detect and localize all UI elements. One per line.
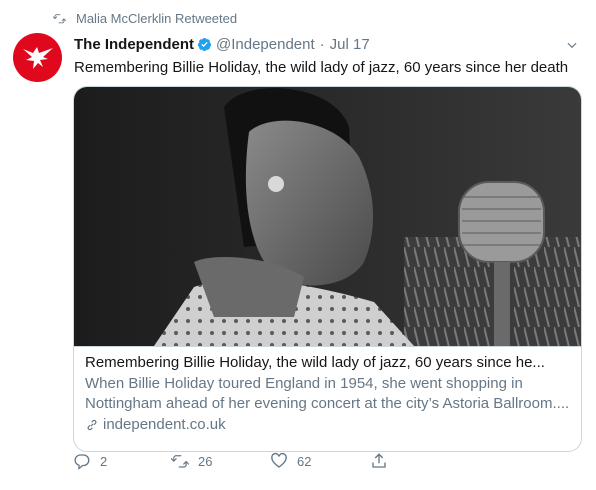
link-icon	[87, 419, 97, 431]
tweet-header: The Independent @Independent · Jul 17	[74, 36, 370, 53]
separator-dot: ·	[319, 36, 325, 53]
share-button[interactable]	[370, 452, 397, 470]
retweet-context: Malia McClerklin Retweeted	[53, 11, 237, 26]
share-icon	[372, 453, 386, 468]
eagle-logo-icon	[22, 46, 53, 69]
retweet-icon	[171, 455, 189, 468]
tweet-text: Remembering Billie Holiday, the wild lad…	[74, 59, 569, 76]
heart-icon	[271, 452, 287, 468]
card-body[interactable]: Remembering Billie Holiday, the wild lad…	[74, 346, 581, 435]
retweet-label[interactable]: Malia McClerklin Retweeted	[76, 11, 237, 26]
card-description-line: When Billie Holiday toured England in 19…	[85, 375, 523, 392]
like-count: 62	[297, 453, 312, 469]
card-description-line: Nottingham ahead of her evening concert …	[85, 395, 570, 412]
avatar[interactable]	[13, 33, 62, 82]
card-domain-label: independent.co.uk	[103, 416, 226, 433]
chevron-down-icon[interactable]	[565, 38, 579, 52]
reply-button[interactable]: 2	[73, 452, 107, 470]
author-name[interactable]: The Independent	[74, 36, 194, 53]
verified-badge-icon	[197, 37, 212, 52]
like-button[interactable]: 62	[270, 452, 311, 470]
retweet-button[interactable]: 26	[171, 452, 212, 470]
card-description: When Billie Holiday toured England in 19…	[85, 374, 571, 414]
retweet-count: 26	[198, 453, 213, 469]
reply-icon	[74, 454, 90, 470]
retweet-icon	[53, 14, 66, 24]
card-domain: independent.co.uk	[85, 415, 571, 435]
card-image[interactable]	[74, 87, 582, 346]
reply-count: 2	[100, 453, 108, 469]
link-card[interactable]: Remembering Billie Holiday, the wild lad…	[73, 86, 582, 452]
author-handle[interactable]: @Independent	[216, 36, 315, 53]
card-title: Remembering Billie Holiday, the wild lad…	[85, 354, 545, 371]
tweet-date[interactable]: Jul 17	[330, 36, 370, 53]
